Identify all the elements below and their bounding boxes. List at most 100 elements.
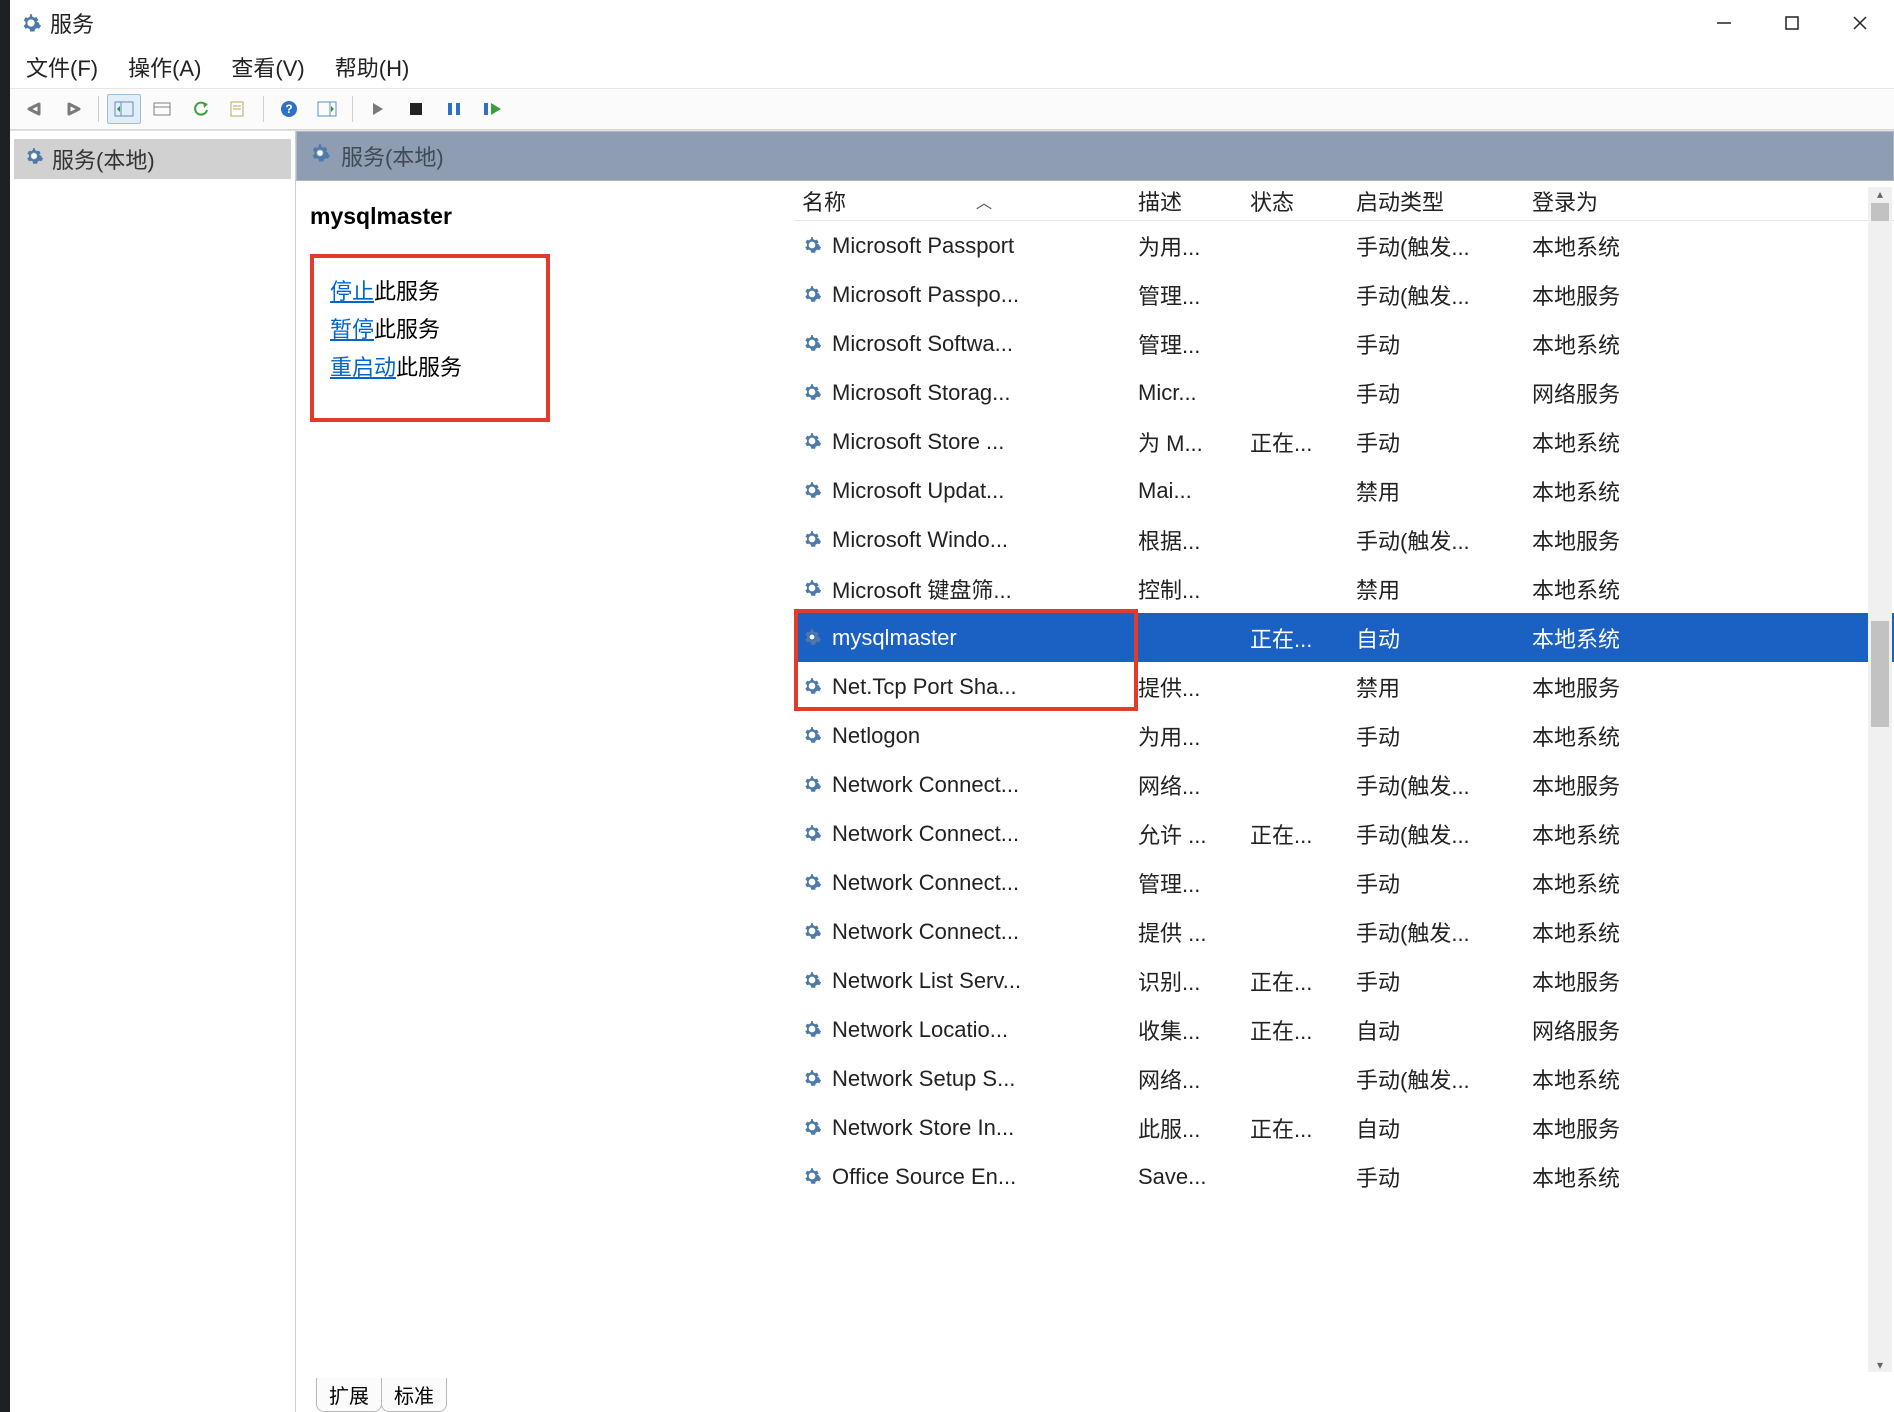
service-row[interactable]: Network Connect...管理...手动本地系统 [794,858,1894,907]
selected-service-name: mysqlmaster [310,203,780,230]
restart-service-link[interactable]: 重启动 [330,355,396,380]
tree-node-services-local[interactable]: 服务(本地) [14,139,291,179]
cell-name: Microsoft Passport [794,233,1130,259]
scroll-thumb[interactable] [1871,203,1889,221]
pause-service-button[interactable] [437,94,471,124]
sort-asc-icon: ︿ [846,189,1122,213]
service-row[interactable]: Net.Tcp Port Sha...提供...禁用本地服务 [794,662,1894,711]
cell-logon-as: 本地服务 [1524,1112,1694,1144]
cell-status: 正在... [1242,818,1348,850]
gear-icon [802,921,824,943]
menu-help[interactable]: 帮助(H) [333,47,412,87]
action-suffix: 此服务 [374,317,440,342]
service-row[interactable]: Netlogon为用...手动本地系统 [794,711,1894,760]
stop-service-button[interactable] [399,94,433,124]
cell-description: Save... [1130,1164,1242,1190]
cell-startup-type: 手动(触发... [1348,916,1524,948]
cell-description: 允许 ... [1130,818,1242,850]
gear-icon [802,627,824,649]
cell-name: Microsoft Windo... [794,527,1130,553]
column-status[interactable]: 状态 [1242,185,1348,217]
service-row[interactable]: Network Connect...网络...手动(触发...本地服务 [794,760,1894,809]
service-row[interactable]: Network Connect...允许 ...正在...手动(触发...本地系… [794,809,1894,858]
services-list: 名称︿ 描述 状态 启动类型 登录为 Microsoft Passport为用.… [794,181,1894,1378]
service-row[interactable]: Network Locatio...收集...正在...自动网络服务 [794,1005,1894,1054]
cell-name: Office Source En... [794,1164,1130,1190]
menu-file[interactable]: 文件(F) [24,47,100,87]
cell-description: 网络... [1130,769,1242,801]
scroll-up-arrow[interactable]: ▴ [1868,187,1892,201]
service-row[interactable]: Network Store In...此服...正在...自动本地服务 [794,1103,1894,1152]
column-logon-as[interactable]: 登录为 [1524,185,1694,217]
maximize-button[interactable] [1758,0,1826,46]
column-startup-type[interactable]: 启动类型 [1348,185,1524,217]
service-row[interactable]: Office Source En...Save...手动本地系统 [794,1152,1894,1201]
service-row[interactable]: Microsoft Store ...为 M...正在...手动本地系统 [794,417,1894,466]
cell-name: Network Store In... [794,1115,1130,1141]
menu-action[interactable]: 操作(A) [126,47,203,87]
export-list-button[interactable] [145,94,179,124]
gear-icon [802,676,824,698]
tab-standard[interactable]: 标准 [381,1378,447,1412]
service-name-text: Net.Tcp Port Sha... [832,674,1017,700]
service-row[interactable]: Microsoft Softwa...管理...手动本地系统 [794,319,1894,368]
service-row[interactable]: Network Setup S...网络...手动(触发...本地系统 [794,1054,1894,1103]
service-name-text: Microsoft Storag... [832,380,1011,406]
scroll-thumb[interactable] [1871,621,1889,727]
service-name-text: Microsoft Store ... [832,429,1004,455]
column-name[interactable]: 名称︿ [794,185,1130,217]
vertical-scrollbar[interactable]: ▴ ▾ [1868,187,1892,1372]
service-row[interactable]: Microsoft Passpo...管理...手动(触发...本地服务 [794,270,1894,319]
show-hide-action-pane-button[interactable] [310,94,344,124]
service-row[interactable]: Microsoft Windo...根据...手动(触发...本地服务 [794,515,1894,564]
service-row[interactable]: Microsoft Passport为用...手动(触发...本地系统 [794,221,1894,270]
close-button[interactable] [1826,0,1894,46]
scroll-down-arrow[interactable]: ▾ [1868,1358,1892,1372]
menu-view[interactable]: 查看(V) [229,47,306,87]
gear-icon [802,725,824,747]
gear-icon [24,146,44,172]
cell-description: 识别... [1130,965,1242,997]
pause-service-link[interactable]: 暂停 [330,317,374,342]
service-row[interactable]: Network List Serv...识别...正在...手动本地服务 [794,956,1894,1005]
service-name-text: Office Source En... [832,1164,1016,1190]
service-name-text: Network Connect... [832,772,1019,798]
service-row[interactable]: Microsoft Updat...Mai...禁用本地系统 [794,466,1894,515]
cell-description: 根据... [1130,524,1242,556]
tab-extended[interactable]: 扩展 [316,1378,382,1412]
service-row[interactable]: Microsoft Storag...Micr...手动网络服务 [794,368,1894,417]
toolbar-separator [352,96,353,122]
cell-status: 正在... [1242,426,1348,458]
minimize-button[interactable] [1690,0,1758,46]
cell-startup-type: 手动(触发... [1348,818,1524,850]
cell-startup-type: 手动(触发... [1348,1063,1524,1095]
refresh-button[interactable] [183,94,217,124]
back-button[interactable] [18,94,52,124]
help-button[interactable]: ? [272,94,306,124]
cell-startup-type: 手动 [1348,426,1524,458]
cell-name: Microsoft Updat... [794,478,1130,504]
cell-name: Network Connect... [794,919,1130,945]
cell-description: 提供 ... [1130,916,1242,948]
service-row[interactable]: mysqlmaster正在...自动本地系统 [794,613,1894,662]
stop-service-link[interactable]: 停止 [330,279,374,304]
forward-button[interactable] [56,94,90,124]
start-service-button[interactable] [361,94,395,124]
cell-logon-as: 本地服务 [1524,524,1694,556]
toolbar: ? [10,88,1894,130]
service-row[interactable]: Network Connect...提供 ...手动(触发...本地系统 [794,907,1894,956]
cell-status: 正在... [1242,965,1348,997]
restart-service-button[interactable] [475,94,509,124]
cell-name: Network Connect... [794,821,1130,847]
main-header: 服务(本地) [296,131,1894,181]
cell-description: 提供... [1130,671,1242,703]
cell-logon-as: 本地系统 [1524,622,1694,654]
show-hide-tree-button[interactable] [107,94,141,124]
properties-button[interactable] [221,94,255,124]
cell-name: Net.Tcp Port Sha... [794,674,1130,700]
service-row[interactable]: Microsoft 键盘筛...控制...禁用本地系统 [794,564,1894,613]
cell-name: Network Setup S... [794,1066,1130,1092]
cell-logon-as: 本地系统 [1524,1063,1694,1095]
cell-logon-as: 本地系统 [1524,328,1694,360]
column-description[interactable]: 描述 [1130,185,1242,217]
